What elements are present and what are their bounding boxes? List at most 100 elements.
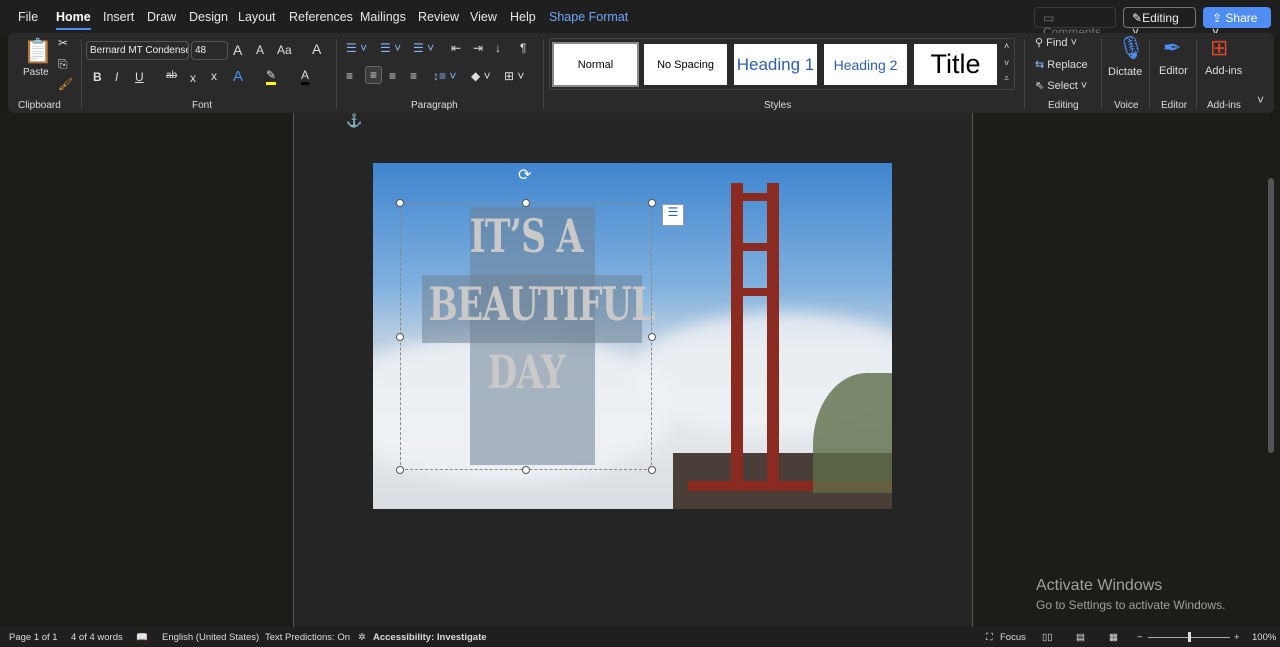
replace-button[interactable]: ⇆ Replace — [1035, 58, 1088, 71]
paste-icon[interactable]: 📋 — [23, 37, 53, 66]
grow-font-button[interactable]: A — [233, 42, 242, 58]
font-size-dropdown[interactable]: 48 — [191, 41, 228, 60]
select-label: Select — [1047, 80, 1078, 92]
tab-draw[interactable]: Draw — [147, 10, 176, 24]
resize-handle[interactable] — [522, 199, 530, 207]
sort-icon[interactable]: ↓ — [495, 41, 501, 55]
style-no-spacing[interactable]: No Spacing — [644, 44, 727, 85]
tab-references[interactable]: References — [289, 10, 353, 24]
layout-options-icon[interactable]: ☰ — [662, 204, 684, 226]
comments-button[interactable]: ▭ Comments — [1034, 7, 1116, 39]
tab-layout[interactable]: Layout — [238, 10, 276, 24]
editor-icon[interactable]: ✒ — [1163, 35, 1181, 61]
bold-button[interactable]: B — [93, 70, 102, 84]
styles-scroll-up[interactable]: ˄ — [1004, 41, 1009, 51]
select-button[interactable]: ⇖ Select ˅ — [1035, 79, 1087, 92]
resize-handle[interactable] — [648, 199, 656, 207]
add-ins-icon[interactable]: ⊞ — [1210, 35, 1228, 61]
style-heading-2[interactable]: Heading 2 — [824, 44, 907, 85]
text-predictions[interactable]: Text Predictions: On — [265, 632, 350, 643]
superscript-button[interactable]: x — [211, 69, 217, 83]
numbering-icon[interactable]: ☰ ˅ — [380, 41, 401, 55]
selected-textbox[interactable] — [400, 203, 652, 470]
language[interactable]: English (United States) — [162, 632, 259, 643]
resize-handle[interactable] — [522, 466, 530, 474]
cut-icon[interactable]: ✂ — [58, 36, 68, 50]
text-effects-icon[interactable]: A — [233, 68, 243, 85]
editing-mode-button[interactable]: ✎Editing ˅ — [1123, 7, 1196, 39]
shading-icon[interactable]: ◆ ˅ — [471, 69, 491, 83]
font-name-dropdown[interactable]: Bernard MT Condensed — [86, 41, 189, 60]
editor-button[interactable]: Editor — [1159, 65, 1188, 77]
tab-mailings[interactable]: Mailings — [360, 10, 406, 24]
resize-handle[interactable] — [396, 199, 404, 207]
paste-button[interactable]: Paste — [23, 67, 49, 78]
proofing-icon[interactable]: 📖 — [136, 632, 148, 643]
highlight-icon[interactable]: ✎ — [266, 68, 277, 85]
align-center-icon[interactable]: ≡ — [365, 66, 383, 84]
align-right-icon[interactable]: ≡ — [389, 69, 396, 83]
activate-windows-title: Activate Windows — [1036, 577, 1163, 594]
format-painter-icon[interactable]: 🖌 — [58, 77, 73, 91]
tab-insert[interactable]: Insert — [103, 10, 134, 24]
zoom-level[interactable]: 100% — [1252, 632, 1276, 643]
borders-icon[interactable]: ⊞ ˅ — [504, 69, 524, 83]
accessibility-status[interactable]: Accessibility: Investigate — [373, 632, 487, 643]
add-ins-button[interactable]: Add-ins — [1205, 65, 1242, 77]
clear-formatting-icon[interactable]: A — [312, 41, 321, 57]
style-normal[interactable]: Normal — [552, 42, 639, 87]
styles-more[interactable]: ⩡ — [1004, 73, 1009, 84]
print-layout-icon[interactable]: ▤ — [1076, 632, 1085, 643]
read-mode-icon[interactable]: ▯▯ — [1042, 632, 1052, 643]
web-layout-icon[interactable]: ▦ — [1109, 632, 1118, 643]
tab-review[interactable]: Review — [418, 10, 459, 24]
underline-button[interactable]: U — [135, 70, 144, 84]
styles-scroll-down[interactable]: ˅ — [1004, 58, 1009, 68]
focus-button[interactable]: Focus — [1000, 632, 1026, 643]
resize-handle[interactable] — [396, 333, 404, 341]
microphone-icon[interactable]: 🎙 — [1117, 35, 1145, 61]
tab-design[interactable]: Design — [189, 10, 228, 24]
resize-handle[interactable] — [648, 466, 656, 474]
show-formatting-button[interactable]: ¶ — [520, 41, 526, 55]
line-spacing-icon[interactable]: ↕≡ ˅ — [433, 69, 456, 83]
strikethrough-button[interactable]: ab — [166, 70, 177, 81]
tab-help[interactable]: Help — [510, 10, 536, 24]
page-count[interactable]: Page 1 of 1 — [9, 632, 58, 643]
zoom-out-button[interactable]: − — [1137, 632, 1143, 643]
subscript-button[interactable]: x — [190, 71, 196, 85]
tab-shape-format[interactable]: Shape Format — [549, 10, 628, 24]
tab-view[interactable]: View — [470, 10, 497, 24]
zoom-slider-thumb[interactable] — [1188, 632, 1191, 642]
decrease-indent-icon[interactable]: ⇤ — [451, 41, 461, 55]
bullets-icon[interactable]: ☰ ˅ — [346, 41, 367, 55]
increase-indent-icon[interactable]: ⇥ — [473, 41, 483, 55]
tab-home[interactable]: Home — [56, 10, 91, 30]
italic-button[interactable]: I — [115, 70, 118, 84]
share-icon: ⇪ — [1212, 11, 1223, 25]
dictate-button[interactable]: Dictate — [1108, 66, 1142, 78]
rotate-handle-icon[interactable]: ⟳ — [518, 165, 531, 185]
pencil-icon: ✎ — [1132, 11, 1143, 25]
activate-windows-subtitle: Go to Settings to activate Windows. — [1036, 598, 1226, 612]
shrink-font-button[interactable]: A — [256, 43, 264, 57]
collapse-ribbon-icon[interactable]: ˅ — [1257, 93, 1264, 107]
resize-handle[interactable] — [396, 466, 404, 474]
word-count[interactable]: 4 of 4 words — [71, 632, 123, 643]
resize-handle[interactable] — [648, 333, 656, 341]
style-title[interactable]: Title — [914, 44, 997, 85]
style-heading-1[interactable]: Heading 1 — [734, 44, 817, 85]
add-ins-group-label: Add-ins — [1207, 100, 1241, 111]
justify-icon[interactable]: ≡ — [410, 69, 417, 83]
align-left-icon[interactable]: ≡ — [346, 69, 353, 83]
search-icon: ⚲ — [1035, 37, 1047, 49]
zoom-in-button[interactable]: + — [1234, 632, 1240, 643]
share-button[interactable]: ⇪ Share ˅ — [1203, 7, 1271, 39]
multilevel-list-icon[interactable]: ☰ ˅ — [413, 41, 434, 55]
tab-file[interactable]: File — [18, 10, 38, 24]
font-color-icon[interactable]: A — [301, 68, 310, 85]
find-button[interactable]: ⚲ Find ˅ — [1035, 36, 1077, 49]
vertical-scrollbar[interactable] — [1268, 178, 1274, 453]
copy-icon[interactable]: ⎘ — [58, 57, 68, 72]
change-case-button[interactable]: Aa — [277, 43, 292, 57]
